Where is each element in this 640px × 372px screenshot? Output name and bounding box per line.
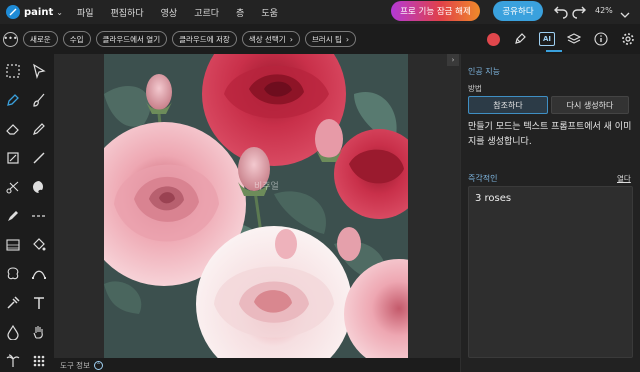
- line-tool-icon[interactable]: [30, 149, 48, 167]
- text-tool-icon[interactable]: [30, 294, 48, 312]
- move-arrow-icon[interactable]: [30, 62, 48, 80]
- rose-artwork-canvas[interactable]: 비주얼: [104, 54, 408, 358]
- hand-pan-icon[interactable]: [30, 323, 48, 341]
- tools-sidebar: [0, 54, 54, 372]
- dashed-line-icon[interactable]: [30, 207, 48, 225]
- collapse-panel-chevron-icon[interactable]: ›: [447, 54, 459, 66]
- gear-icon[interactable]: [620, 31, 636, 47]
- mode-description: 만들기 모드는 텍스트 프롬프트에서 새 이미지를 생성합니다.: [468, 122, 632, 147]
- chip-label: 브러시 팁: [311, 34, 342, 44]
- chip-label: 새로운: [30, 34, 51, 44]
- prompt-value: 3 roses: [475, 193, 512, 204]
- watermark-text: 비주얼: [254, 181, 279, 192]
- active-tab-indicator: [546, 50, 562, 52]
- panel-title: 인공 지능: [468, 67, 500, 76]
- chip-label: 클라우드에 저장: [179, 34, 230, 44]
- color-picker-button[interactable]: 색상 선택기 ›: [241, 31, 300, 47]
- brush-logo-icon: [6, 5, 20, 19]
- palm-tree-icon[interactable]: [4, 352, 22, 370]
- color-swatch[interactable]: [485, 31, 501, 47]
- menu-help[interactable]: 도움: [261, 6, 278, 19]
- active-color-icon: [486, 32, 500, 46]
- top-menu-bar: paint ⌄ 파일 편집하다 영상 고르다 층 도움 프로 기능 잠금 해제 …: [0, 0, 640, 24]
- app-logo[interactable]: paint ⌄: [6, 5, 63, 19]
- prompt-label: 즉각적인: [468, 174, 498, 183]
- scissors-icon[interactable]: [4, 178, 22, 196]
- ai-icon[interactable]: AI: [539, 31, 555, 47]
- blur-drop-icon[interactable]: [4, 323, 22, 341]
- brush-icon[interactable]: [30, 91, 48, 109]
- eraser-icon[interactable]: [4, 120, 22, 138]
- curve-tool-icon[interactable]: [30, 265, 48, 283]
- mode-regenerate-button[interactable]: 다시 생성하다: [551, 96, 629, 114]
- shape-blob-icon[interactable]: [4, 265, 22, 283]
- chevron-down-icon: ⌄: [56, 7, 63, 17]
- save-to-cloud-button[interactable]: 클라우드에 저장: [172, 31, 237, 47]
- action-toolbar: ••• 새로운 수입 클라우드에서 열기 클라우드에 저장 색상 선택기 › 브러…: [0, 24, 640, 54]
- layers-icon[interactable]: [566, 31, 582, 47]
- marker-icon[interactable]: [4, 207, 22, 225]
- zoom-level[interactable]: 42%: [595, 6, 613, 15]
- undo-icon[interactable]: [553, 3, 569, 19]
- menu-select[interactable]: 고르다: [194, 6, 219, 19]
- chip-label: 색상 선택기: [248, 34, 286, 44]
- status-bar: 도구 정보 ⌃: [54, 358, 460, 372]
- ai-icon-label: AI: [539, 32, 555, 46]
- method-label: 방법: [468, 84, 482, 93]
- chevron-right-icon: ›: [345, 34, 350, 44]
- pen-tool-icon[interactable]: [4, 91, 22, 109]
- menu-image[interactable]: 영상: [161, 6, 178, 19]
- eyedropper-icon[interactable]: [4, 294, 22, 312]
- grid-dots-icon[interactable]: [30, 352, 48, 370]
- gradient-icon[interactable]: [4, 236, 22, 254]
- zoom-chevron-icon[interactable]: [619, 6, 631, 18]
- fill-bucket-icon[interactable]: [30, 236, 48, 254]
- open-from-cloud-button[interactable]: 클라우드에서 열기: [95, 31, 168, 47]
- pen-icon[interactable]: [512, 31, 528, 47]
- info-icon[interactable]: [593, 31, 609, 47]
- mode-reference-button[interactable]: 참조하다: [468, 96, 548, 114]
- paint-palette-icon[interactable]: [30, 178, 48, 196]
- chevron-up-icon[interactable]: ⌃: [93, 360, 103, 370]
- transform-icon[interactable]: [4, 149, 22, 167]
- import-button[interactable]: 수입: [62, 31, 91, 47]
- redo-icon[interactable]: [571, 3, 587, 19]
- tool-info-label[interactable]: 도구 정보: [60, 360, 90, 371]
- chevron-right-icon: ›: [289, 34, 293, 44]
- pencil-icon[interactable]: [30, 120, 48, 138]
- menu-layer[interactable]: 층: [236, 6, 244, 19]
- prompt-input[interactable]: 3 roses: [468, 186, 633, 358]
- chip-label: 클라우드에서 열기: [102, 34, 161, 44]
- menu-file[interactable]: 파일: [77, 6, 94, 19]
- app-name: paint: [24, 6, 54, 18]
- prompt-open-link[interactable]: 열다: [617, 173, 631, 184]
- chip-label: 수입: [69, 34, 84, 44]
- main-menu: 파일 편집하다 영상 고르다 층 도움: [77, 6, 295, 19]
- ai-panel: 인공 지능 방법 참조하다 다시 생성하다 만들기 모드는 텍스트 프롬프트에서…: [460, 54, 640, 372]
- brush-tip-button[interactable]: 브러시 팁 ›: [304, 31, 357, 47]
- marquee-select-icon[interactable]: [4, 62, 22, 80]
- unlock-pro-button[interactable]: 프로 기능 잠금 해제: [391, 1, 480, 21]
- menu-edit[interactable]: 편집하다: [111, 6, 144, 19]
- share-button[interactable]: 공유하다: [493, 1, 543, 21]
- more-options-icon[interactable]: •••: [3, 31, 18, 47]
- new-button[interactable]: 새로운: [23, 31, 58, 47]
